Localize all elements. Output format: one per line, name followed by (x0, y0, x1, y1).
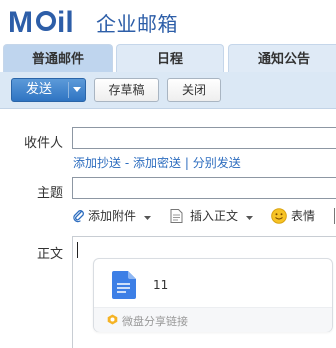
to-label: 收件人 (23, 136, 63, 151)
add-cc-link[interactable]: 添加抄送 (73, 156, 121, 170)
subject-label: 主题 (36, 186, 63, 201)
subject-input[interactable] (72, 177, 336, 199)
chevron-down-icon (245, 216, 253, 220)
shared-file-name: 11 (153, 278, 169, 292)
dash-separator: - (124, 156, 130, 170)
insert-body-label: 插入正文 (190, 209, 239, 223)
compose-tabs: 普通邮件 日程 通知公告 (0, 44, 336, 72)
chevron-down-icon (73, 87, 81, 92)
wedrive-icon (107, 314, 118, 325)
tab-calendar[interactable]: 日程 (116, 44, 224, 72)
mail-logo: M il (8, 6, 74, 38)
save-draft-button[interactable]: 存草稿 (94, 78, 159, 102)
toolbar-divider (334, 208, 335, 224)
blue-document-icon (112, 271, 136, 299)
emoji-label: 表情 (291, 209, 316, 223)
share-card-footer: 微盘分享链接 (94, 307, 332, 332)
share-link-label: 微盘分享链接 (122, 315, 188, 328)
text-cursor (77, 242, 78, 258)
chevron-down-icon (143, 216, 151, 220)
document-icon (170, 209, 183, 223)
emoji-button[interactable]: 表情 (271, 207, 331, 225)
product-name: 企业邮箱 (96, 12, 178, 36)
send-button[interactable]: 发送 (12, 79, 66, 101)
paperclip-icon (73, 210, 84, 223)
add-attachment-button[interactable]: 添加附件 (72, 207, 154, 225)
tab-notice[interactable]: 通知公告 (228, 44, 336, 72)
svg-text:il: il (57, 6, 74, 38)
recipient-links: 添加抄送 - 添加密送 | 分别发送 (73, 154, 241, 171)
add-attachment-label: 添加附件 (88, 209, 137, 223)
smiley-icon (271, 208, 287, 224)
send-options-button[interactable] (69, 79, 85, 101)
body-label: 正文 (36, 247, 63, 262)
send-split-button: 发送 (11, 78, 86, 102)
compose-toolbar: 发送 存草稿 关闭 (0, 72, 336, 109)
share-link-card[interactable]: 11 微盘分享链接 (93, 258, 333, 332)
pipe-separator: | (184, 156, 189, 170)
insert-body-button[interactable]: 插入正文 (170, 207, 256, 225)
separate-send-link[interactable]: 分别发送 (193, 156, 241, 170)
add-bcc-link[interactable]: 添加密送 (133, 156, 181, 170)
tab-normal-mail[interactable]: 普通邮件 (3, 44, 113, 72)
close-button[interactable]: 关闭 (167, 78, 221, 102)
to-input[interactable] (72, 127, 336, 149)
svg-text:M: M (8, 6, 32, 38)
